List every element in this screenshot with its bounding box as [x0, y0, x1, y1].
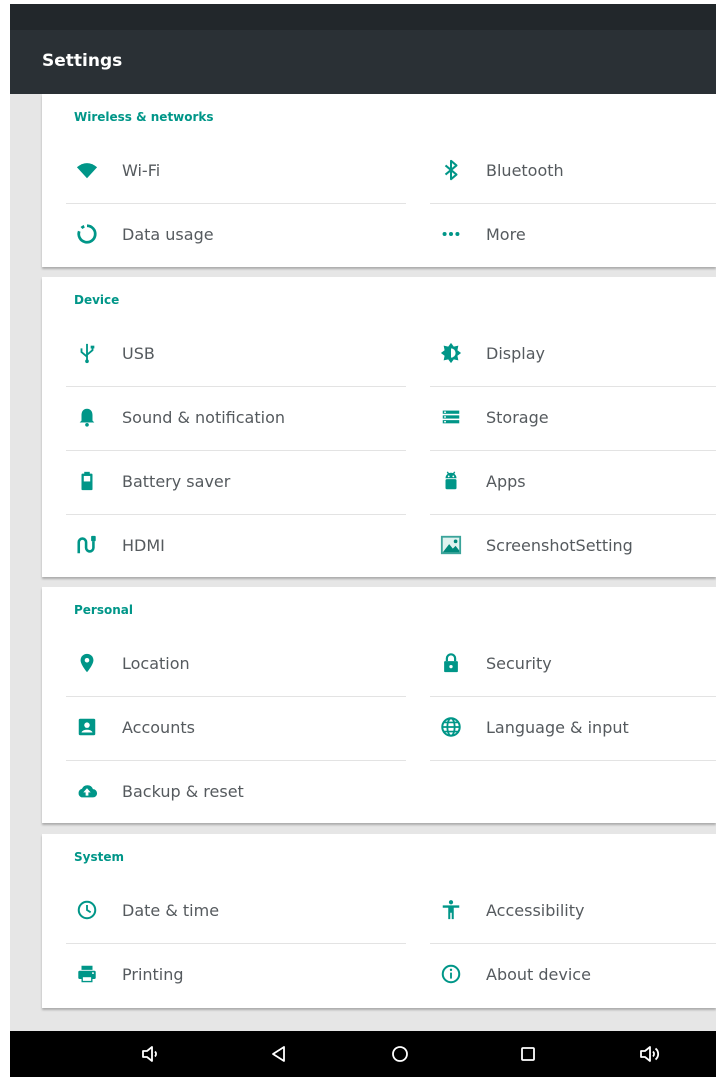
accessibility-icon [440, 899, 462, 921]
setting-bluetooth[interactable]: Bluetooth [430, 140, 716, 204]
section-header: System [74, 850, 124, 864]
setting-label: Accounts [122, 718, 195, 737]
bluetooth-icon [440, 159, 462, 181]
setting-label: Accessibility [486, 901, 585, 920]
setting-security[interactable]: Security [430, 633, 716, 697]
setting-label: Date & time [122, 901, 220, 920]
wifi-icon [76, 159, 98, 181]
volume-down-icon[interactable] [138, 1042, 162, 1066]
setting-label: Bluetooth [486, 161, 564, 180]
setting-label: Display [486, 344, 545, 363]
setting-sound-notification[interactable]: Sound & notification [66, 387, 406, 451]
setting-label: Location [122, 654, 190, 673]
section-system: System Date & time Accessibility Printin… [42, 834, 716, 1008]
volume-up-icon[interactable] [638, 1042, 662, 1066]
screenshot-icon [440, 534, 462, 556]
section-header: Device [74, 293, 120, 307]
bell-icon [76, 406, 98, 428]
section-wireless-networks: Wireless & networks Wi-Fi Bluetooth Data… [42, 94, 716, 267]
setting-language-input[interactable]: Language & input [430, 697, 716, 761]
lock-icon [440, 652, 462, 674]
setting-label: Printing [122, 965, 184, 984]
setting-backup-reset[interactable]: Backup & reset [66, 761, 406, 825]
setting-data-usage[interactable]: Data usage [66, 204, 406, 268]
setting-accessibility[interactable]: Accessibility [430, 880, 716, 944]
usb-icon [76, 342, 98, 364]
setting-screenshot[interactable]: ScreenshotSetting [430, 515, 716, 579]
setting-date-time[interactable]: Date & time [66, 880, 406, 944]
storage-icon [440, 406, 462, 428]
setting-hdmi[interactable]: HDMI [66, 515, 406, 579]
setting-label: Sound & notification [122, 408, 286, 427]
setting-label: About device [486, 965, 591, 984]
setting-label: Backup & reset [122, 782, 244, 801]
section-device: Device USB Display Sound & notification … [42, 277, 716, 577]
page-title: Settings [42, 51, 123, 71]
info-icon [440, 963, 462, 985]
data-usage-icon [76, 223, 98, 245]
more-dots-icon [440, 223, 462, 245]
cloud-upload-icon [76, 780, 98, 802]
android-screen: Settings Wireless & networks Wi-Fi Bluet… [10, 4, 716, 1077]
setting-label: More [486, 225, 526, 244]
setting-more[interactable]: More [430, 204, 716, 268]
setting-label: Apps [486, 472, 526, 491]
setting-label: Battery saver [122, 472, 231, 491]
hdmi-icon [76, 534, 98, 556]
back-icon[interactable] [267, 1042, 291, 1066]
setting-apps[interactable]: Apps [430, 451, 716, 515]
android-icon [440, 470, 462, 492]
battery-icon [76, 470, 98, 492]
account-box-icon [76, 716, 98, 738]
section-personal: Personal Location Security Accounts Lang… [42, 587, 716, 823]
location-pin-icon [76, 652, 98, 674]
setting-label: USB [122, 344, 155, 363]
recents-icon[interactable] [516, 1042, 540, 1066]
setting-label: Wi-Fi [122, 161, 161, 180]
status-bar [10, 4, 716, 30]
setting-label: Language & input [486, 718, 629, 737]
setting-accounts[interactable]: Accounts [66, 697, 406, 761]
printer-icon [76, 963, 98, 985]
setting-label: Data usage [122, 225, 214, 244]
app-bar: Settings [10, 30, 716, 94]
setting-about-device[interactable]: About device [430, 944, 716, 1008]
setting-battery-saver[interactable]: Battery saver [66, 451, 406, 515]
setting-usb[interactable]: USB [66, 323, 406, 387]
section-header: Personal [74, 603, 133, 617]
section-header: Wireless & networks [74, 110, 214, 124]
brightness-icon [440, 342, 462, 364]
setting-label: Security [486, 654, 552, 673]
setting-display[interactable]: Display [430, 323, 716, 387]
setting-storage[interactable]: Storage [430, 387, 716, 451]
setting-location[interactable]: Location [66, 633, 406, 697]
setting-wifi[interactable]: Wi-Fi [66, 140, 406, 204]
setting-printing[interactable]: Printing [66, 944, 406, 1008]
navigation-bar [10, 1031, 716, 1077]
setting-label: HDMI [122, 536, 165, 555]
home-icon[interactable] [388, 1042, 412, 1066]
globe-icon [440, 716, 462, 738]
clock-icon [76, 899, 98, 921]
setting-label: ScreenshotSetting [486, 536, 633, 555]
setting-label: Storage [486, 408, 549, 427]
